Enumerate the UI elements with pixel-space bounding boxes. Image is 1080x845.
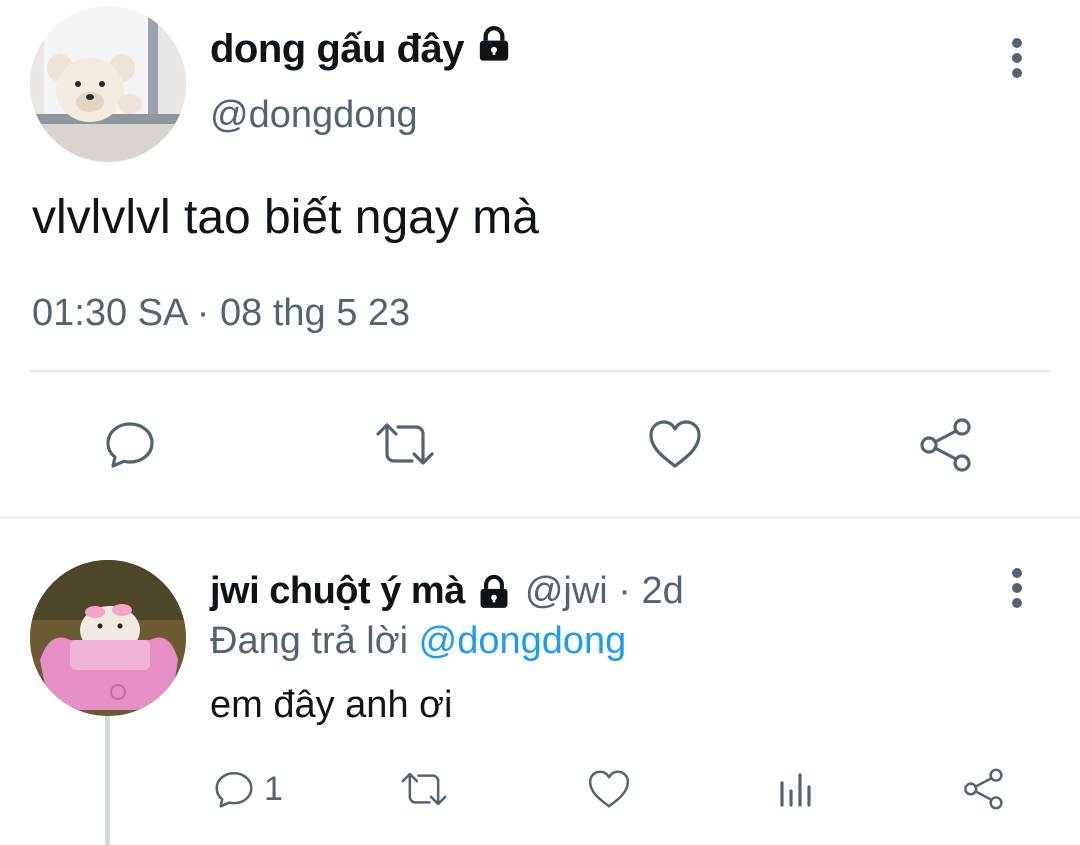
share-icon <box>964 768 1003 810</box>
tweet-timestamp[interactable]: 01:30 SA · 08 thg 5 23 <box>32 292 410 335</box>
retweet-icon <box>376 423 434 465</box>
reply-views-button[interactable] <box>774 766 818 812</box>
heart-icon <box>649 420 701 468</box>
replying-mention[interactable]: @dongdong <box>419 620 627 662</box>
reply-retweet-button[interactable] <box>398 766 450 812</box>
share-button[interactable] <box>914 414 976 476</box>
lock-icon <box>474 24 514 74</box>
reply-share-button[interactable] <box>958 764 1008 814</box>
reply-button[interactable] <box>100 414 160 474</box>
section-divider <box>0 516 1080 519</box>
bar-chart-icon <box>780 773 811 807</box>
more-vertical-icon[interactable] <box>1011 568 1023 608</box>
tweet-display-name: dong gấu đây <box>210 26 465 71</box>
tweet-handle[interactable]: @dongdong <box>210 94 418 137</box>
retweet-button[interactable] <box>372 414 438 474</box>
like-button[interactable] <box>644 414 706 474</box>
reply-text: em đây anh ơi <box>210 684 453 726</box>
tweet-author[interactable]: dong gấu đây <box>210 24 514 74</box>
more-vertical-icon[interactable] <box>1011 38 1023 78</box>
tweet-text: vlvlvlvl tao biết ngay mà <box>32 191 539 244</box>
replying-to: Đang trả lời @dongdong <box>210 620 626 663</box>
lock-icon <box>475 573 513 611</box>
divider <box>30 370 1050 372</box>
reply-count: 1 <box>264 769 283 808</box>
reply-header: jwi chuột ý mà @jwi · 2d <box>210 570 684 613</box>
reply-handle[interactable]: @jwi · 2d <box>525 570 684 613</box>
comment-icon <box>215 772 253 808</box>
retweet-icon <box>401 772 447 806</box>
thread-line <box>105 716 110 845</box>
reply-reply-button[interactable]: 1 <box>212 764 283 814</box>
comment-icon <box>106 422 154 468</box>
share-icon <box>920 418 971 472</box>
heart-icon <box>588 770 630 808</box>
avatar-reply[interactable] <box>30 560 186 716</box>
reply-like-button[interactable] <box>584 766 634 812</box>
reply-display-name[interactable]: jwi chuột ý mà <box>210 570 465 613</box>
avatar-main[interactable] <box>30 6 186 162</box>
replying-prefix: Đang trả lời <box>210 620 409 662</box>
